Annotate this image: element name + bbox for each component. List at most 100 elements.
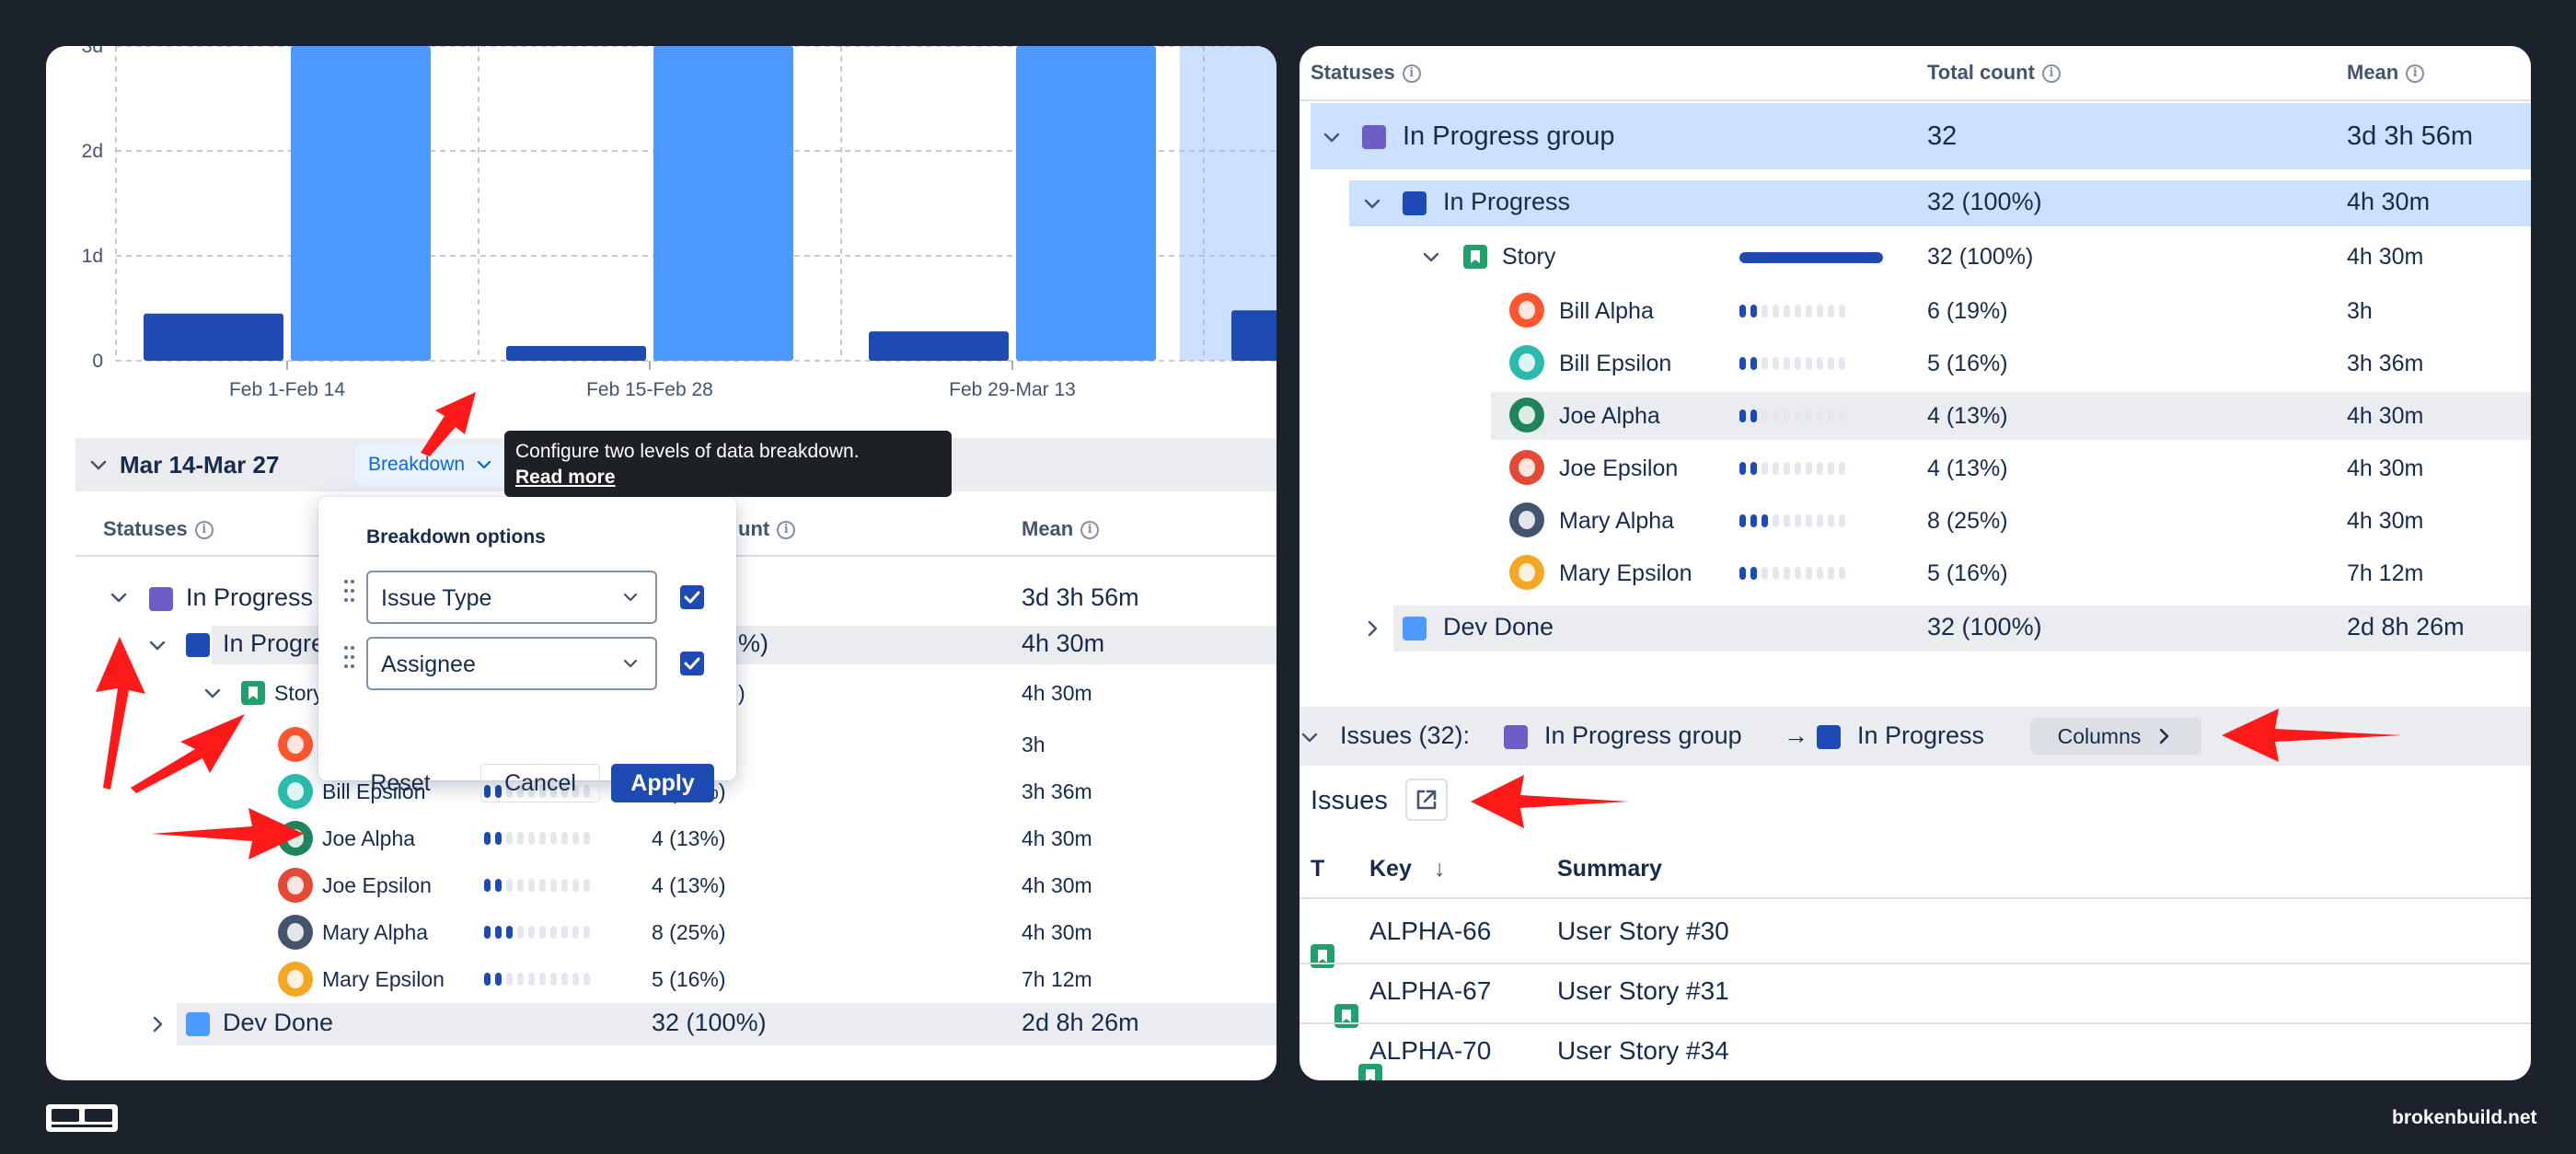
dev-done-count: 32 (100%) bbox=[1927, 613, 2042, 640]
open-external-button[interactable] bbox=[1405, 779, 1448, 821]
collapse-chevron-icon[interactable] bbox=[1362, 193, 1382, 213]
assignee-name: Joe Alpha bbox=[1559, 403, 1660, 429]
info-icon[interactable]: i bbox=[1402, 64, 1421, 84]
collapse-chevron-icon[interactable] bbox=[109, 587, 129, 607]
issue-summary[interactable]: User Story #30 bbox=[1557, 917, 1729, 946]
group-mean: 3d 3h 56m bbox=[1022, 583, 1139, 611]
info-icon[interactable]: i bbox=[2406, 64, 2425, 84]
issue-key-link[interactable]: ALPHA-70 bbox=[1369, 1036, 1491, 1066]
info-icon[interactable]: i bbox=[1080, 521, 1100, 540]
columns-button[interactable]: Columns bbox=[2030, 718, 2201, 755]
in-progress-mean: 4h 30m bbox=[2347, 188, 2431, 215]
read-more-link[interactable]: Read more bbox=[515, 467, 616, 488]
period-title: Mar 14-Mar 27 bbox=[120, 451, 280, 479]
info-icon[interactable]: i bbox=[194, 521, 214, 540]
breadcrumb-from[interactable]: In Progress group bbox=[1544, 721, 1742, 750]
expand-chevron-icon[interactable] bbox=[147, 1014, 167, 1034]
type-column-header[interactable]: T bbox=[1311, 856, 1324, 883]
dev-done-mean: 2d 8h 26m bbox=[2347, 613, 2465, 640]
assignee-progress-bar bbox=[1739, 567, 1845, 580]
statuses-header-label: Statuses bbox=[103, 517, 188, 540]
assignee-count: 8 (25%) bbox=[1927, 508, 2008, 534]
collapse-chevron-icon[interactable] bbox=[1300, 727, 1320, 747]
story-name: Story bbox=[274, 681, 324, 705]
bar-2-1[interactable] bbox=[1016, 46, 1156, 361]
issue-summary[interactable]: User Story #31 bbox=[1557, 976, 1729, 1006]
drag-handle-icon[interactable] bbox=[344, 644, 355, 672]
story-name: Story bbox=[1502, 244, 1556, 270]
annotation-arrow-icon bbox=[2222, 709, 2402, 762]
bar-2-0[interactable] bbox=[869, 331, 1009, 361]
key-column-header[interactable]: Key bbox=[1369, 856, 1412, 883]
drag-handle-icon[interactable] bbox=[344, 578, 355, 606]
level2-select[interactable]: Assignee bbox=[366, 637, 657, 690]
x-tick-label: Feb 29-Mar 13 bbox=[949, 379, 1076, 400]
info-icon[interactable]: i bbox=[2041, 64, 2061, 84]
x-tick-label: Feb 15-Feb 28 bbox=[586, 379, 713, 400]
story-type-icon bbox=[1334, 1004, 1358, 1028]
in-progress-group-color bbox=[1362, 125, 1386, 149]
footer-site[interactable]: brokenbuild.net bbox=[2392, 1107, 2537, 1129]
story-type-icon bbox=[1311, 944, 1334, 968]
collapse-chevron-icon[interactable] bbox=[147, 635, 167, 655]
info-icon[interactable]: i bbox=[777, 521, 796, 540]
in-progress-mean: 4h 30m bbox=[1022, 629, 1105, 657]
row-divider bbox=[1300, 963, 2531, 964]
chevron-right-icon bbox=[2154, 726, 2174, 746]
assignee-progress-bar bbox=[484, 926, 590, 939]
reset-button[interactable]: Reset bbox=[361, 764, 440, 802]
right-panel: Statuses i Total count i Mean i In Progress… bbox=[1300, 46, 2531, 1080]
group-mean: 3d 3h 56m bbox=[2347, 121, 2474, 151]
bar-3-0[interactable] bbox=[1231, 310, 1276, 361]
mean-header-label: Mean bbox=[2347, 61, 2399, 84]
story-icon bbox=[241, 681, 265, 705]
collapse-chevron-icon[interactable] bbox=[88, 455, 109, 475]
breadcrumb-to[interactable]: In Progress bbox=[1857, 721, 1984, 750]
avatar bbox=[278, 727, 313, 762]
dev-done-name: Dev Done bbox=[1443, 613, 1554, 640]
bar-1-0[interactable] bbox=[506, 346, 646, 361]
assignee-name: Mary Epsilon bbox=[1559, 560, 1692, 586]
collapse-chevron-icon[interactable] bbox=[202, 683, 223, 703]
breakdown-label: Breakdown bbox=[368, 454, 466, 475]
annotation-arrow-icon bbox=[151, 808, 304, 860]
assignee-name: Mary Alpha bbox=[1559, 508, 1675, 534]
table-header-divider bbox=[1300, 897, 2531, 899]
sort-arrow-icon[interactable]: ↓ bbox=[1434, 856, 1446, 883]
assignee-count: 4 (13%) bbox=[1927, 403, 2008, 429]
level2-checkbox[interactable] bbox=[680, 652, 704, 675]
assignee-progress-bar bbox=[1739, 410, 1845, 422]
assignee-count: 5 (16%) bbox=[1927, 560, 2008, 586]
breadcrumb-arrow-icon: → bbox=[1784, 721, 1808, 749]
chevron-down-icon bbox=[620, 587, 641, 607]
story-type-icon bbox=[1358, 1064, 1382, 1080]
assignee-count: 4 (13%) bbox=[1927, 456, 2008, 481]
collapse-chevron-icon[interactable] bbox=[1421, 247, 1441, 267]
assignee-progress-bar bbox=[1739, 305, 1845, 317]
level2-value: Assignee bbox=[381, 652, 476, 677]
issue-key-link[interactable]: ALPHA-66 bbox=[1369, 917, 1491, 946]
bar-0-0[interactable] bbox=[144, 313, 283, 361]
assignee-progress-bar bbox=[1739, 357, 1845, 370]
bar-1-1[interactable] bbox=[653, 46, 793, 361]
assignee-progress-bar bbox=[484, 879, 590, 892]
level1-select[interactable]: Issue Type bbox=[366, 571, 657, 624]
issue-summary[interactable]: User Story #34 bbox=[1557, 1036, 1729, 1066]
issue-key-link[interactable]: ALPHA-67 bbox=[1369, 976, 1491, 1006]
in-progress-color bbox=[1817, 725, 1841, 749]
apply-button[interactable]: Apply bbox=[611, 764, 714, 802]
group-name: In Progress group bbox=[1403, 121, 1615, 151]
level1-checkbox[interactable] bbox=[680, 585, 704, 609]
breakdown-options-popup: Breakdown options Issue Type Assignee Re… bbox=[318, 497, 736, 802]
bar-0-1[interactable] bbox=[291, 46, 431, 361]
avatar bbox=[1509, 502, 1544, 537]
mean-header-label: Mean bbox=[1022, 517, 1074, 540]
cancel-button[interactable]: Cancel bbox=[480, 764, 600, 802]
dev-done-color bbox=[1403, 617, 1427, 640]
summary-column-header[interactable]: Summary bbox=[1557, 856, 1662, 883]
assignee-mean: 4h 30m bbox=[1022, 873, 1092, 897]
in-progress-color bbox=[1403, 191, 1427, 215]
expand-chevron-icon[interactable] bbox=[1362, 618, 1382, 639]
annotation-arrow-icon bbox=[421, 392, 476, 456]
collapse-chevron-icon[interactable] bbox=[1322, 127, 1342, 147]
